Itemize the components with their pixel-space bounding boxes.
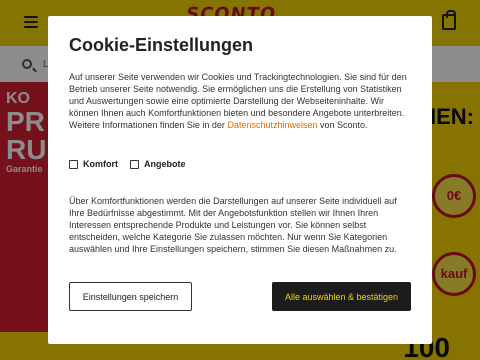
checkbox-angebote[interactable]: Angebote (130, 159, 186, 169)
cookie-dialog: Cookie-Einstellungen Auf unserer Seite v… (48, 16, 432, 344)
angebote-label[interactable]: Angebote (144, 159, 186, 169)
detail-paragraph: Über Komfortfunktionen werden die Darste… (69, 196, 397, 254)
intro-paragraph: Auf unserer Seite verwenden wir Cookies … (69, 71, 411, 131)
intro-suffix: von Sconto. (320, 120, 368, 130)
accept-all-button[interactable]: Alle auswählen & bestätigen (272, 282, 411, 311)
dialog-title: Cookie-Einstellungen (69, 35, 254, 55)
komfort-label[interactable]: Komfort (83, 159, 118, 169)
checkbox-komfort[interactable]: Komfort (69, 159, 118, 169)
privacy-link[interactable]: Datenschutzhinweisen (227, 120, 317, 130)
consent-options: Komfort Angebote (69, 157, 411, 171)
save-settings-button[interactable]: Einstellungen speichern (69, 282, 192, 311)
dialog-buttons: Einstellungen speichern Alle auswählen &… (69, 282, 411, 311)
angebote-checkbox-box[interactable] (130, 159, 139, 169)
komfort-checkbox-box[interactable] (69, 159, 78, 169)
